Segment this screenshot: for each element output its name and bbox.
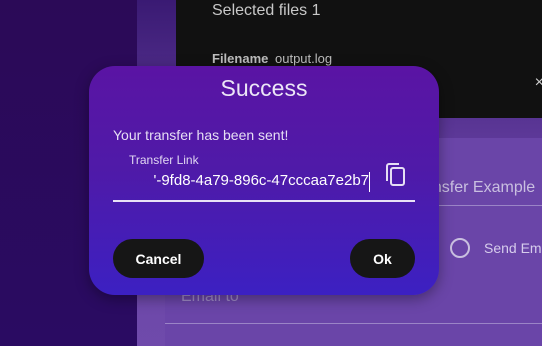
filename-label: Filename: [212, 51, 269, 66]
transfer-link-label: Transfer Link: [129, 153, 199, 167]
transfer-link-underline: [113, 200, 415, 202]
cancel-button[interactable]: Cancel: [113, 239, 204, 278]
transfer-link-value: '-9fd8-4a79-896c-47cccaa7e2b7: [153, 172, 369, 189]
ok-button[interactable]: Ok: [350, 239, 415, 278]
transfer-link-input[interactable]: '-9fd8-4a79-896c-47cccaa7e2b7: [127, 172, 369, 196]
send-email-label: Send Email: [484, 240, 542, 256]
email-to-underline: [165, 323, 542, 324]
filename-value: output.log: [275, 51, 333, 66]
remove-file-icon[interactable]: ×: [535, 74, 542, 92]
send-email-radio[interactable]: [450, 238, 470, 258]
text-caret: [369, 172, 370, 192]
transfer-name-input[interactable]: ansfer Example: [424, 179, 535, 197]
success-dialog: Success Your transfer has been sent! Tra…: [89, 66, 439, 295]
dialog-message: Your transfer has been sent!: [113, 127, 289, 143]
selected-files-count: Selected files 1: [212, 2, 321, 19]
dialog-title: Success: [220, 75, 308, 101]
copy-icon[interactable]: [383, 162, 407, 188]
